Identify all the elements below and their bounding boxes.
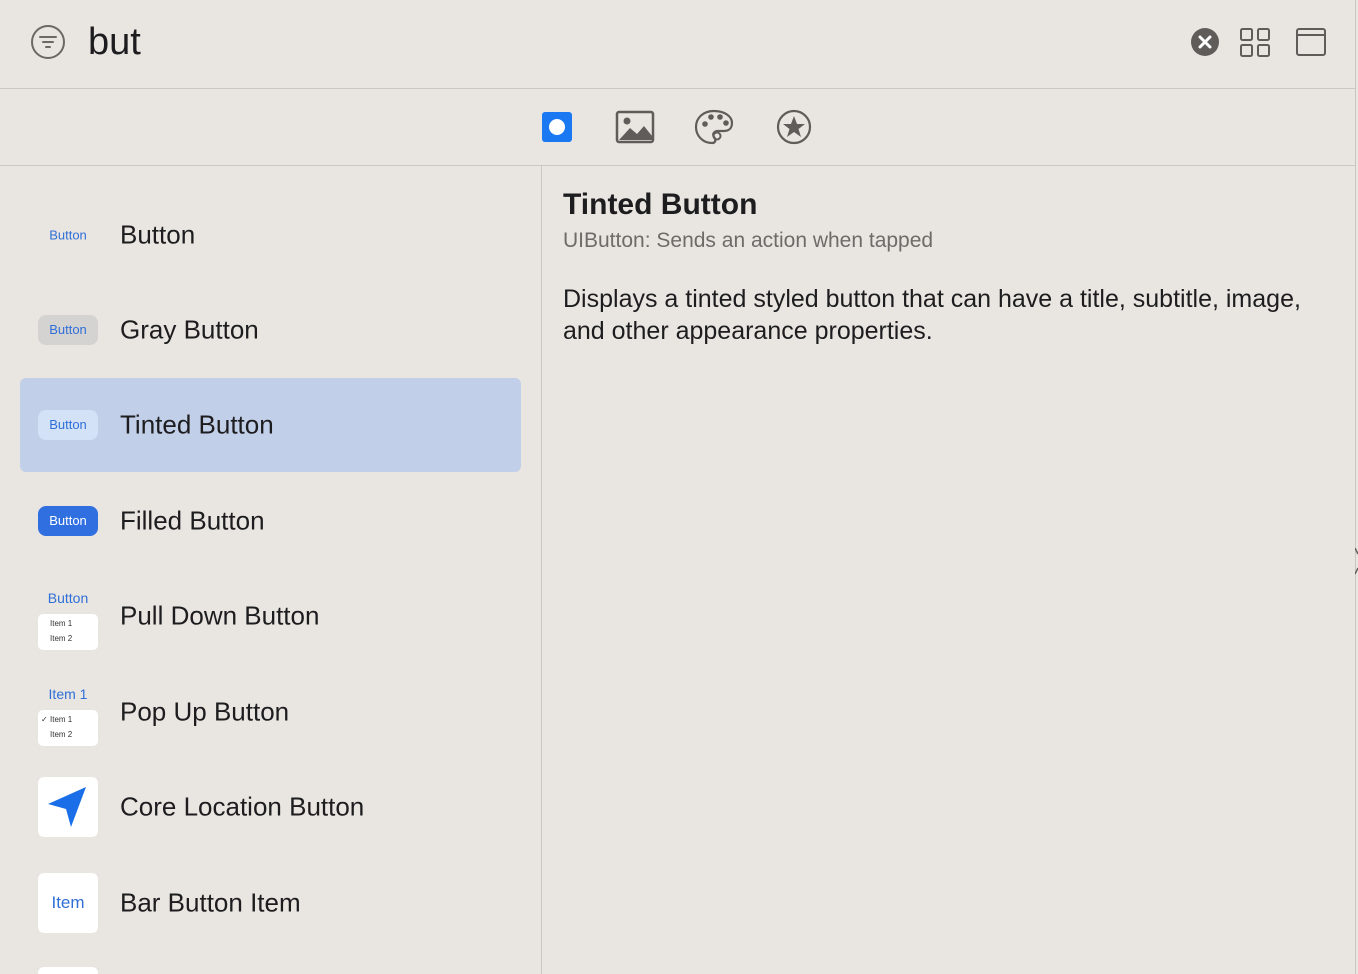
- menu-item-text: Item 1: [50, 715, 73, 724]
- next-item-thumbnail: [38, 967, 98, 974]
- detail-description: Displays a tinted styled button that can…: [563, 285, 1301, 345]
- search-bar: [0, 0, 1355, 89]
- thumbnail-text: Item: [51, 893, 85, 912]
- location-arrow-icon: [48, 787, 86, 827]
- list-item-core-location-button[interactable]: Core Location Button: [20, 760, 521, 854]
- thumbnail-text: Button: [38, 315, 98, 345]
- gray-button-thumbnail: Button: [38, 300, 98, 360]
- detail-pane: Tinted Button UIButton: Sends an action …: [542, 166, 1355, 974]
- tinted-button-thumbnail: Button: [38, 395, 98, 455]
- pull-down-button-thumbnail: Button Item 1 Item 2: [38, 590, 98, 650]
- list-item-label: Filled Button: [120, 505, 265, 536]
- list-item-button[interactable]: Button Button: [20, 188, 521, 282]
- list-item-gray-button[interactable]: Button Gray Button: [20, 283, 521, 377]
- bar-button-item-thumbnail: Item: [38, 873, 98, 933]
- detail-subtitle: UIButton: Sends an action when tapped: [563, 229, 934, 252]
- list-item-label: Pull Down Button: [120, 600, 320, 631]
- list-item-label: Pop Up Button: [120, 696, 290, 727]
- list-item-label: Tinted Button: [120, 409, 274, 440]
- thumbnail-tile: [38, 777, 98, 837]
- menu-item-text: Item 2: [50, 730, 73, 739]
- thumbnail-text: Button: [49, 227, 87, 243]
- detail-title: Tinted Button: [563, 188, 758, 221]
- thumbnail-title: Button: [47, 590, 89, 606]
- object-list: Button Button Button Gray Button Button …: [0, 166, 542, 974]
- list-item-bar-button-item[interactable]: Item Bar Button Item: [20, 856, 521, 950]
- list-item-label: Core Location Button: [120, 791, 365, 822]
- checkmark-icon: ✓: [41, 715, 48, 724]
- menu-item-text: Item 2: [50, 634, 73, 643]
- objects-tab-icon[interactable]: [537, 107, 577, 147]
- filled-button-thumbnail: Button: [38, 491, 98, 551]
- list-item-label: Button: [120, 219, 196, 250]
- menu-preview: ✓ Item 1 Item 2: [38, 710, 98, 746]
- library-tabs: [0, 89, 1355, 166]
- favorites-tab-icon[interactable]: [774, 107, 814, 147]
- detail-pane-toggle-icon[interactable]: [1295, 26, 1327, 58]
- media-tab-icon[interactable]: [615, 107, 655, 147]
- menu-preview: Item 1 Item 2: [38, 614, 98, 650]
- thumbnail-tile: Item: [38, 873, 98, 933]
- list-item-label: Gray Button: [120, 314, 259, 345]
- filter-icon[interactable]: [30, 24, 66, 60]
- core-location-thumbnail: [38, 777, 98, 837]
- list-item-pop-up-button[interactable]: Item 1 ✓ Item 1 Item 2 Pop Up Button: [20, 665, 521, 759]
- grid-view-icon[interactable]: [1239, 26, 1271, 58]
- thumbnail-text: Button: [38, 410, 98, 440]
- clear-search-icon[interactable]: [1190, 27, 1220, 57]
- list-item-label: Bar Button Item: [120, 887, 301, 918]
- thumbnail-text: Button: [38, 506, 98, 536]
- library-window: Button Button Button Gray Button Button …: [0, 0, 1356, 974]
- list-item-tinted-button[interactable]: Button Tinted Button: [20, 378, 521, 472]
- list-item-pull-down-button[interactable]: Button Item 1 Item 2 Pull Down Button: [20, 569, 521, 663]
- menu-item-text: Item 1: [50, 619, 73, 628]
- list-item-filled-button[interactable]: Button Filled Button: [20, 474, 521, 568]
- search-input[interactable]: [88, 18, 988, 66]
- thumbnail-title: Item 1: [48, 686, 88, 702]
- pop-up-button-thumbnail: Item 1 ✓ Item 1 Item 2: [38, 686, 98, 746]
- colors-tab-icon[interactable]: [694, 107, 734, 147]
- button-thumbnail: Button: [38, 205, 98, 265]
